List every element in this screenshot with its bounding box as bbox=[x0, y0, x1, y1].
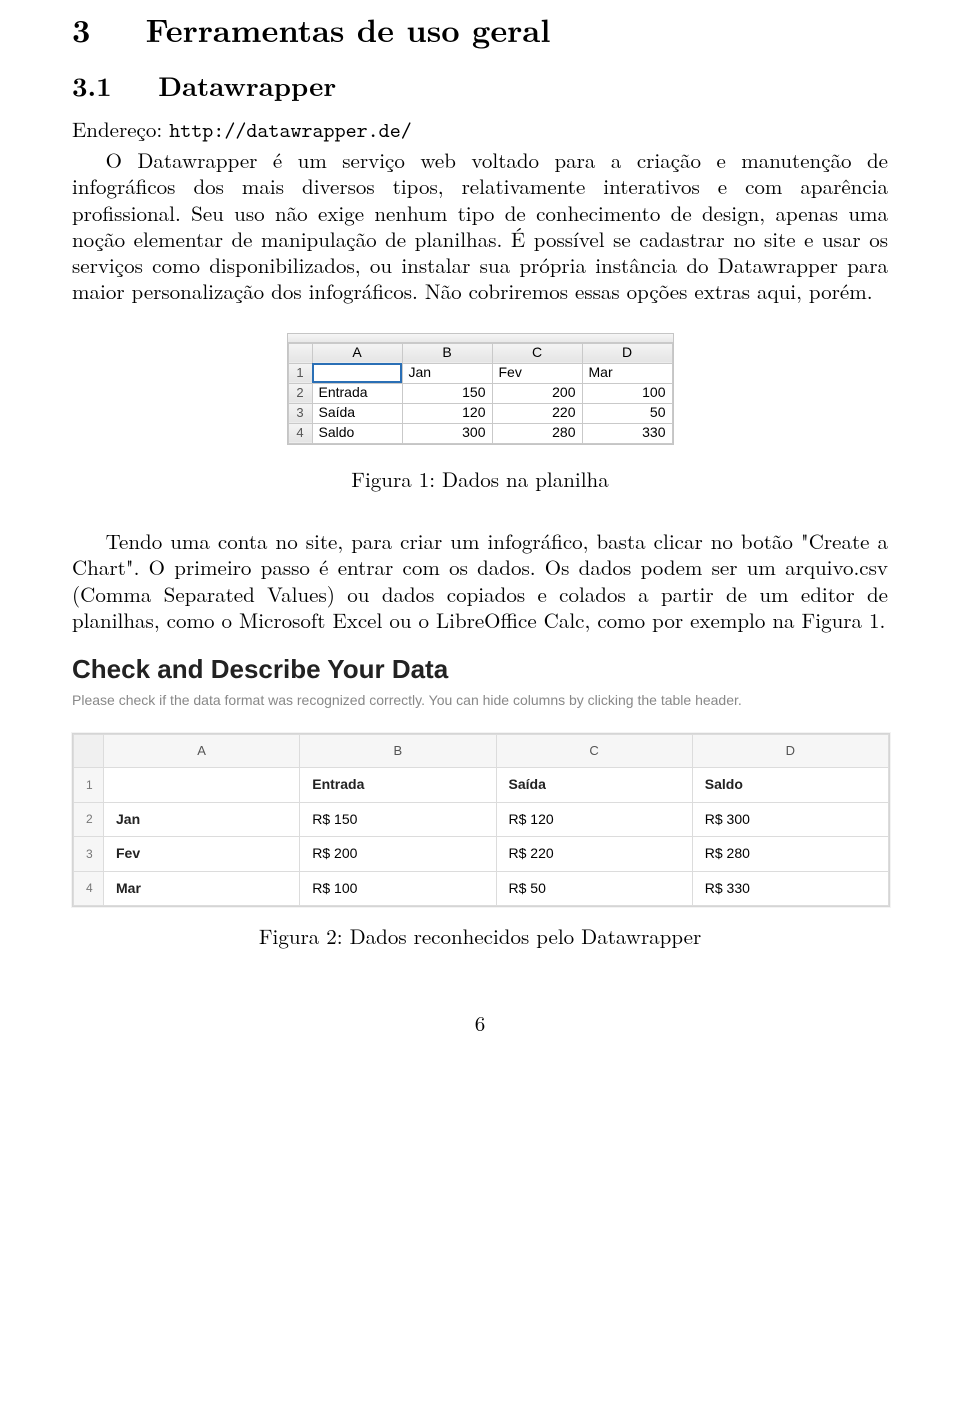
datawrapper-table: A B C D 1 Entrada Saída Saldo bbox=[72, 733, 890, 907]
cell: Saída bbox=[496, 768, 692, 803]
cell: 330 bbox=[582, 423, 672, 443]
row-index: 2 bbox=[288, 383, 312, 403]
subsection-number: 3.1 bbox=[72, 65, 112, 104]
address-line: Endereço: http://datawrapper.de/ bbox=[72, 116, 888, 143]
figure-1-caption: Figura 1: Dados na planilha bbox=[72, 466, 888, 492]
cell: 50 bbox=[582, 403, 672, 423]
page-number: 6 bbox=[72, 1010, 888, 1036]
cell: Mar bbox=[104, 871, 300, 906]
column-header: A bbox=[104, 735, 300, 768]
cell: R$ 120 bbox=[496, 802, 692, 837]
subsection-heading: 3.1 Datawrapper bbox=[72, 68, 888, 102]
cell: R$ 220 bbox=[496, 837, 692, 872]
row-index: 3 bbox=[74, 837, 104, 872]
paragraph-1: O Datawrapper é um serviço web voltado p… bbox=[72, 147, 888, 305]
column-header: B bbox=[402, 343, 492, 363]
column-header: C bbox=[492, 343, 582, 363]
row-index: 1 bbox=[288, 363, 312, 383]
cell: 220 bbox=[492, 403, 582, 423]
figure-1: A B C D 1 Jan Fev Mar 2 bbox=[72, 333, 888, 493]
cell-selected bbox=[312, 363, 402, 383]
cell: R$ 300 bbox=[692, 802, 888, 837]
cell: Saldo bbox=[312, 423, 402, 443]
cell: Saldo bbox=[692, 768, 888, 803]
figure-2: Check and Describe Your Data Please chec… bbox=[72, 653, 888, 950]
cell: 100 bbox=[582, 383, 672, 403]
datawrapper-subheading: Please check if the data format was reco… bbox=[72, 692, 888, 710]
table-row: 3 Saída 120 220 50 bbox=[288, 403, 672, 423]
cell: Jan bbox=[104, 802, 300, 837]
cell: R$ 330 bbox=[692, 871, 888, 906]
cell bbox=[104, 768, 300, 803]
table-row: 2 Entrada 150 200 100 bbox=[288, 383, 672, 403]
row-index: 3 bbox=[288, 403, 312, 423]
row-index: 2 bbox=[74, 802, 104, 837]
subsection-title: Datawrapper bbox=[158, 65, 336, 104]
spreadsheet-screenshot: A B C D 1 Jan Fev Mar 2 bbox=[287, 333, 674, 445]
cell: R$ 280 bbox=[692, 837, 888, 872]
page-content: 3 Ferramentas de uso geral 3.1 Datawrapp… bbox=[0, 0, 960, 1076]
table-row: 1 Entrada Saída Saldo bbox=[74, 768, 889, 803]
column-header: D bbox=[692, 735, 888, 768]
cell: 120 bbox=[402, 403, 492, 423]
cell: Mar bbox=[582, 363, 672, 383]
corner-cell bbox=[288, 343, 312, 363]
row-index: 4 bbox=[74, 871, 104, 906]
address-label: Endereço: bbox=[72, 114, 162, 144]
cell: R$ 50 bbox=[496, 871, 692, 906]
column-header: C bbox=[496, 735, 692, 768]
column-header: B bbox=[300, 735, 496, 768]
table-row: 2 Jan R$ 150 R$ 120 R$ 300 bbox=[74, 802, 889, 837]
spreadsheet-toolbar bbox=[288, 334, 673, 343]
cell: 300 bbox=[402, 423, 492, 443]
table-row: 4 Mar R$ 100 R$ 50 R$ 330 bbox=[74, 871, 889, 906]
section-title: Ferramentas de uso geral bbox=[146, 7, 551, 52]
spreadsheet-table: A B C D 1 Jan Fev Mar 2 bbox=[288, 343, 673, 444]
section-heading: 3 Ferramentas de uso geral bbox=[72, 10, 888, 50]
paragraph-2: Tendo uma conta no site, para criar um i… bbox=[72, 528, 888, 633]
datawrapper-heading: Check and Describe Your Data bbox=[72, 653, 888, 686]
table-row: 4 Saldo 300 280 330 bbox=[288, 423, 672, 443]
row-index: 1 bbox=[74, 768, 104, 803]
cell: Jan bbox=[402, 363, 492, 383]
column-header: D bbox=[582, 343, 672, 363]
cell: Entrada bbox=[312, 383, 402, 403]
row-index: 4 bbox=[288, 423, 312, 443]
cell: R$ 150 bbox=[300, 802, 496, 837]
cell: Fev bbox=[104, 837, 300, 872]
corner-cell bbox=[74, 735, 104, 768]
address-url: http://datawrapper.de/ bbox=[169, 116, 412, 144]
section-number: 3 bbox=[72, 7, 90, 52]
table-row: 3 Fev R$ 200 R$ 220 R$ 280 bbox=[74, 837, 889, 872]
cell: 200 bbox=[492, 383, 582, 403]
figure-2-caption: Figura 2: Dados reconhecidos pelo Datawr… bbox=[72, 923, 888, 949]
cell: Saída bbox=[312, 403, 402, 423]
cell: Fev bbox=[492, 363, 582, 383]
table-row: 1 Jan Fev Mar bbox=[288, 363, 672, 383]
cell: 280 bbox=[492, 423, 582, 443]
column-header: A bbox=[312, 343, 402, 363]
cell: Entrada bbox=[300, 768, 496, 803]
cell: R$ 100 bbox=[300, 871, 496, 906]
cell: 150 bbox=[402, 383, 492, 403]
cell: R$ 200 bbox=[300, 837, 496, 872]
